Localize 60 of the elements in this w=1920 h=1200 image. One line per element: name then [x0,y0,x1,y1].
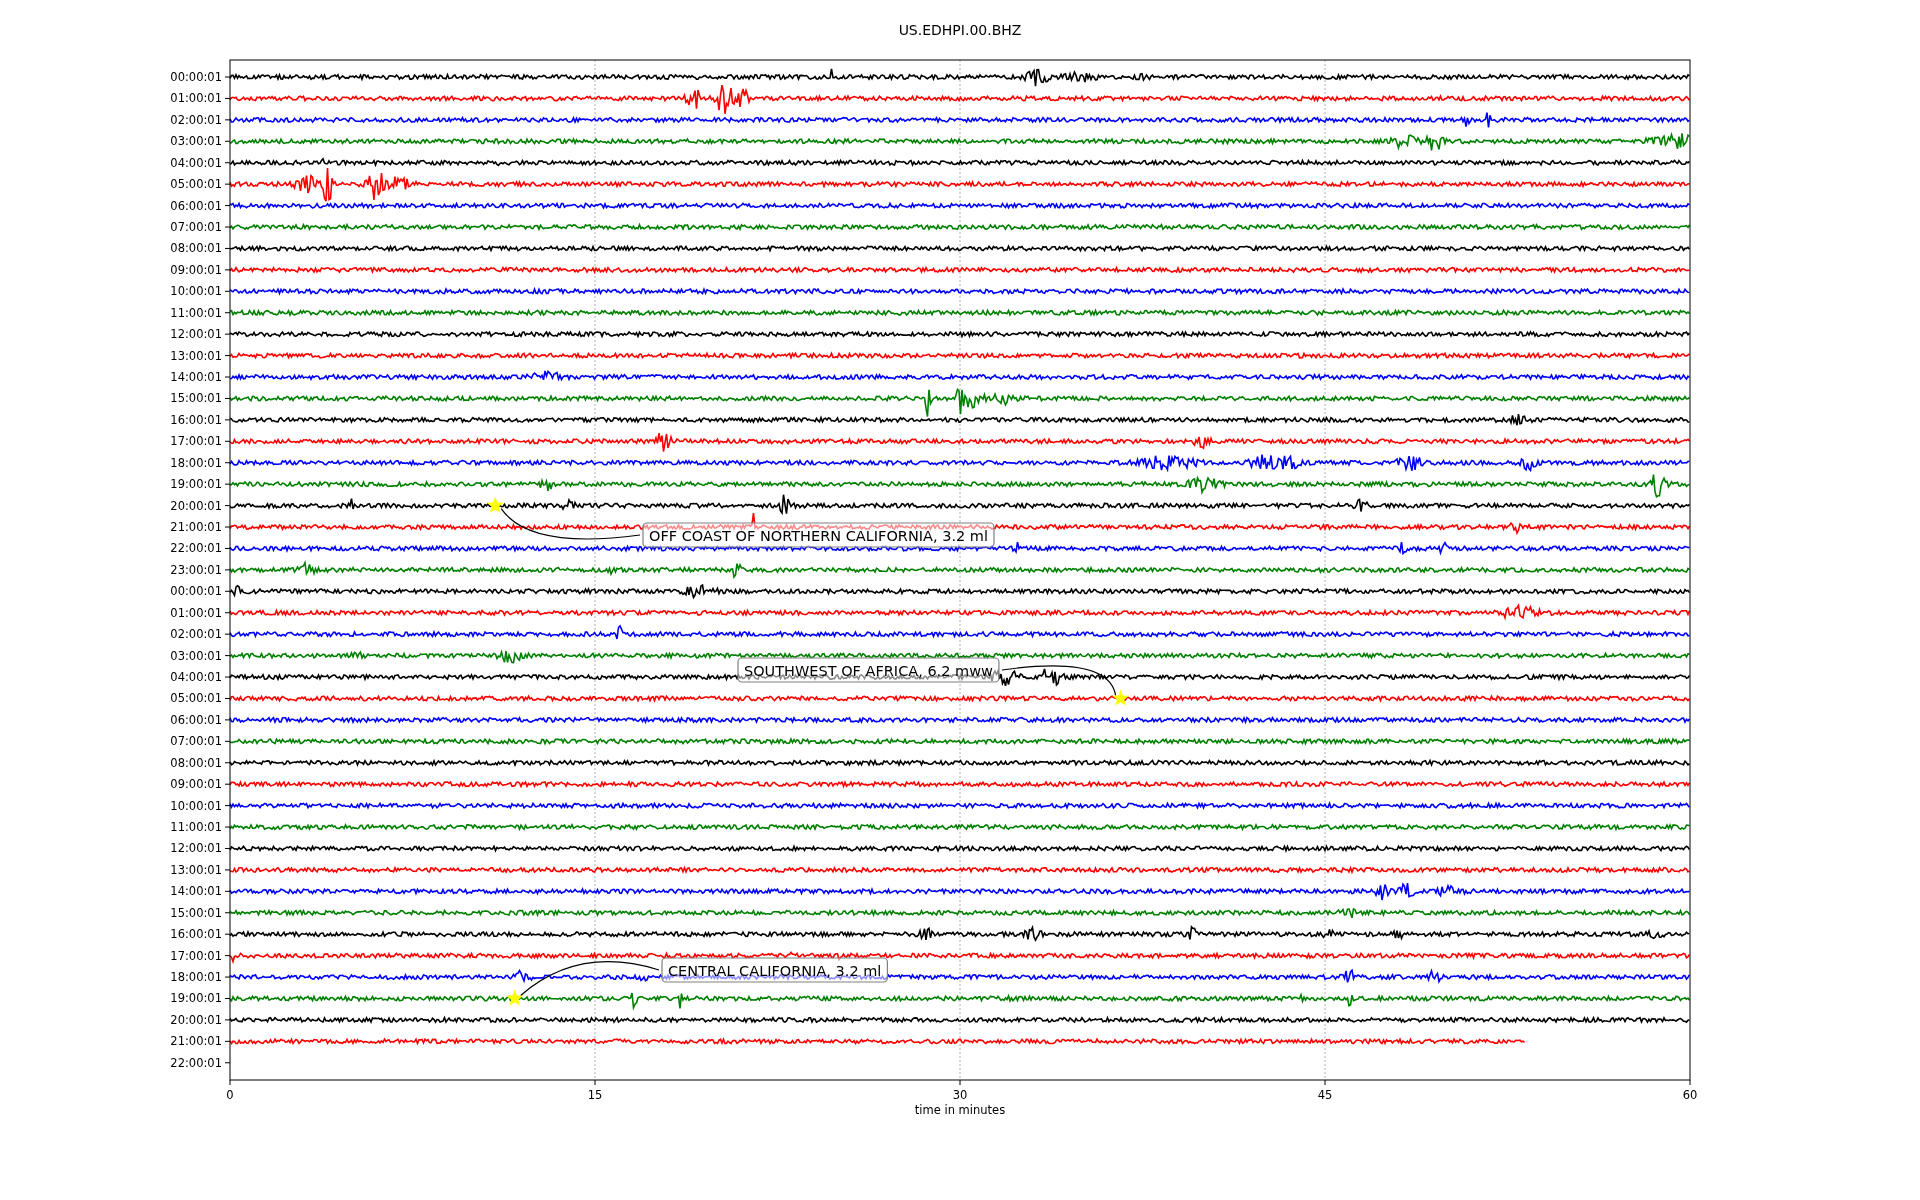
hour-label: 03:00:01 [170,648,222,663]
hour-label: 04:00:01 [170,155,222,170]
hour-label: 04:00:01 [170,670,222,685]
hour-label: 02:00:01 [170,112,222,127]
hour-label: 21:00:01 [170,1034,222,1049]
hour-label: 11:00:01 [170,820,222,835]
hour-label: 07:00:01 [170,734,222,749]
hour-label: 21:00:01 [170,520,222,535]
event-label: CENTRAL CALIFORNIA, 3.2 ml [661,957,888,983]
hour-label: 05:00:01 [170,691,222,706]
plot-title: US.EDHPI.00.BHZ [898,22,1022,38]
hour-label: 01:00:01 [170,605,222,620]
hour-label: 09:00:01 [170,262,222,277]
star-marker [506,989,524,1006]
hour-label: 17:00:01 [170,948,222,963]
hour-label: 00:00:01 [170,70,222,84]
hour-label: 09:00:01 [170,777,222,792]
hour-label: 16:00:01 [170,412,222,427]
hour-label: 18:00:01 [170,970,222,985]
hour-label: 08:00:01 [170,755,222,770]
hour-label: 11:00:01 [170,305,222,320]
hour-label: 05:00:01 [170,177,222,192]
hour-label: 17:00:01 [170,434,222,449]
hour-label: 15:00:01 [170,905,222,920]
hour-label: 14:00:01 [170,884,222,899]
event-label: OFF COAST OF NORTHERN CALIFORNIA, 3.2 ml [642,522,995,548]
x-tick-label: 0 [226,1088,234,1102]
hour-label: 01:00:01 [170,91,222,106]
hour-label: 19:00:01 [170,991,222,1006]
x-tick-label: 15 [587,1088,603,1102]
x-tick-label: 30 [952,1088,968,1102]
hour-label: 10:00:01 [170,798,222,813]
hour-label: 23:00:01 [170,562,222,577]
hour-label: 06:00:01 [170,712,222,727]
hour-label: 13:00:01 [170,862,222,877]
hour-label: 15:00:01 [170,391,222,406]
hour-label: 22:00:01 [170,1055,222,1070]
hour-label: 20:00:01 [170,498,222,513]
hour-label: 19:00:01 [170,477,222,492]
hour-label: 18:00:01 [170,455,222,470]
hour-label: 03:00:01 [170,134,222,149]
star-marker [1112,689,1130,706]
star-marker [486,496,504,513]
hour-label: 16:00:01 [170,927,222,942]
hour-label: 08:00:01 [170,241,222,256]
hour-label: 02:00:01 [170,627,222,642]
hour-label: 07:00:01 [170,220,222,234]
hour-label: 00:00:01 [170,584,222,599]
hour-label: 14:00:01 [170,370,222,384]
x-tick-label: 60 [1682,1088,1698,1102]
hour-label: 20:00:01 [170,1012,222,1027]
hour-label: 22:00:01 [170,541,222,556]
x-tick-label: 45 [1317,1088,1333,1102]
x-axis-label: time in minutes [914,1103,1006,1117]
hour-label: 12:00:01 [170,841,222,856]
hour-label: 06:00:01 [170,198,222,213]
hour-label: 10:00:01 [170,284,222,299]
hour-label: 13:00:01 [170,348,222,363]
hour-label: 12:00:01 [170,327,222,342]
event-label: SOUTHWEST OF AFRICA, 6.2 mww [737,657,1000,683]
